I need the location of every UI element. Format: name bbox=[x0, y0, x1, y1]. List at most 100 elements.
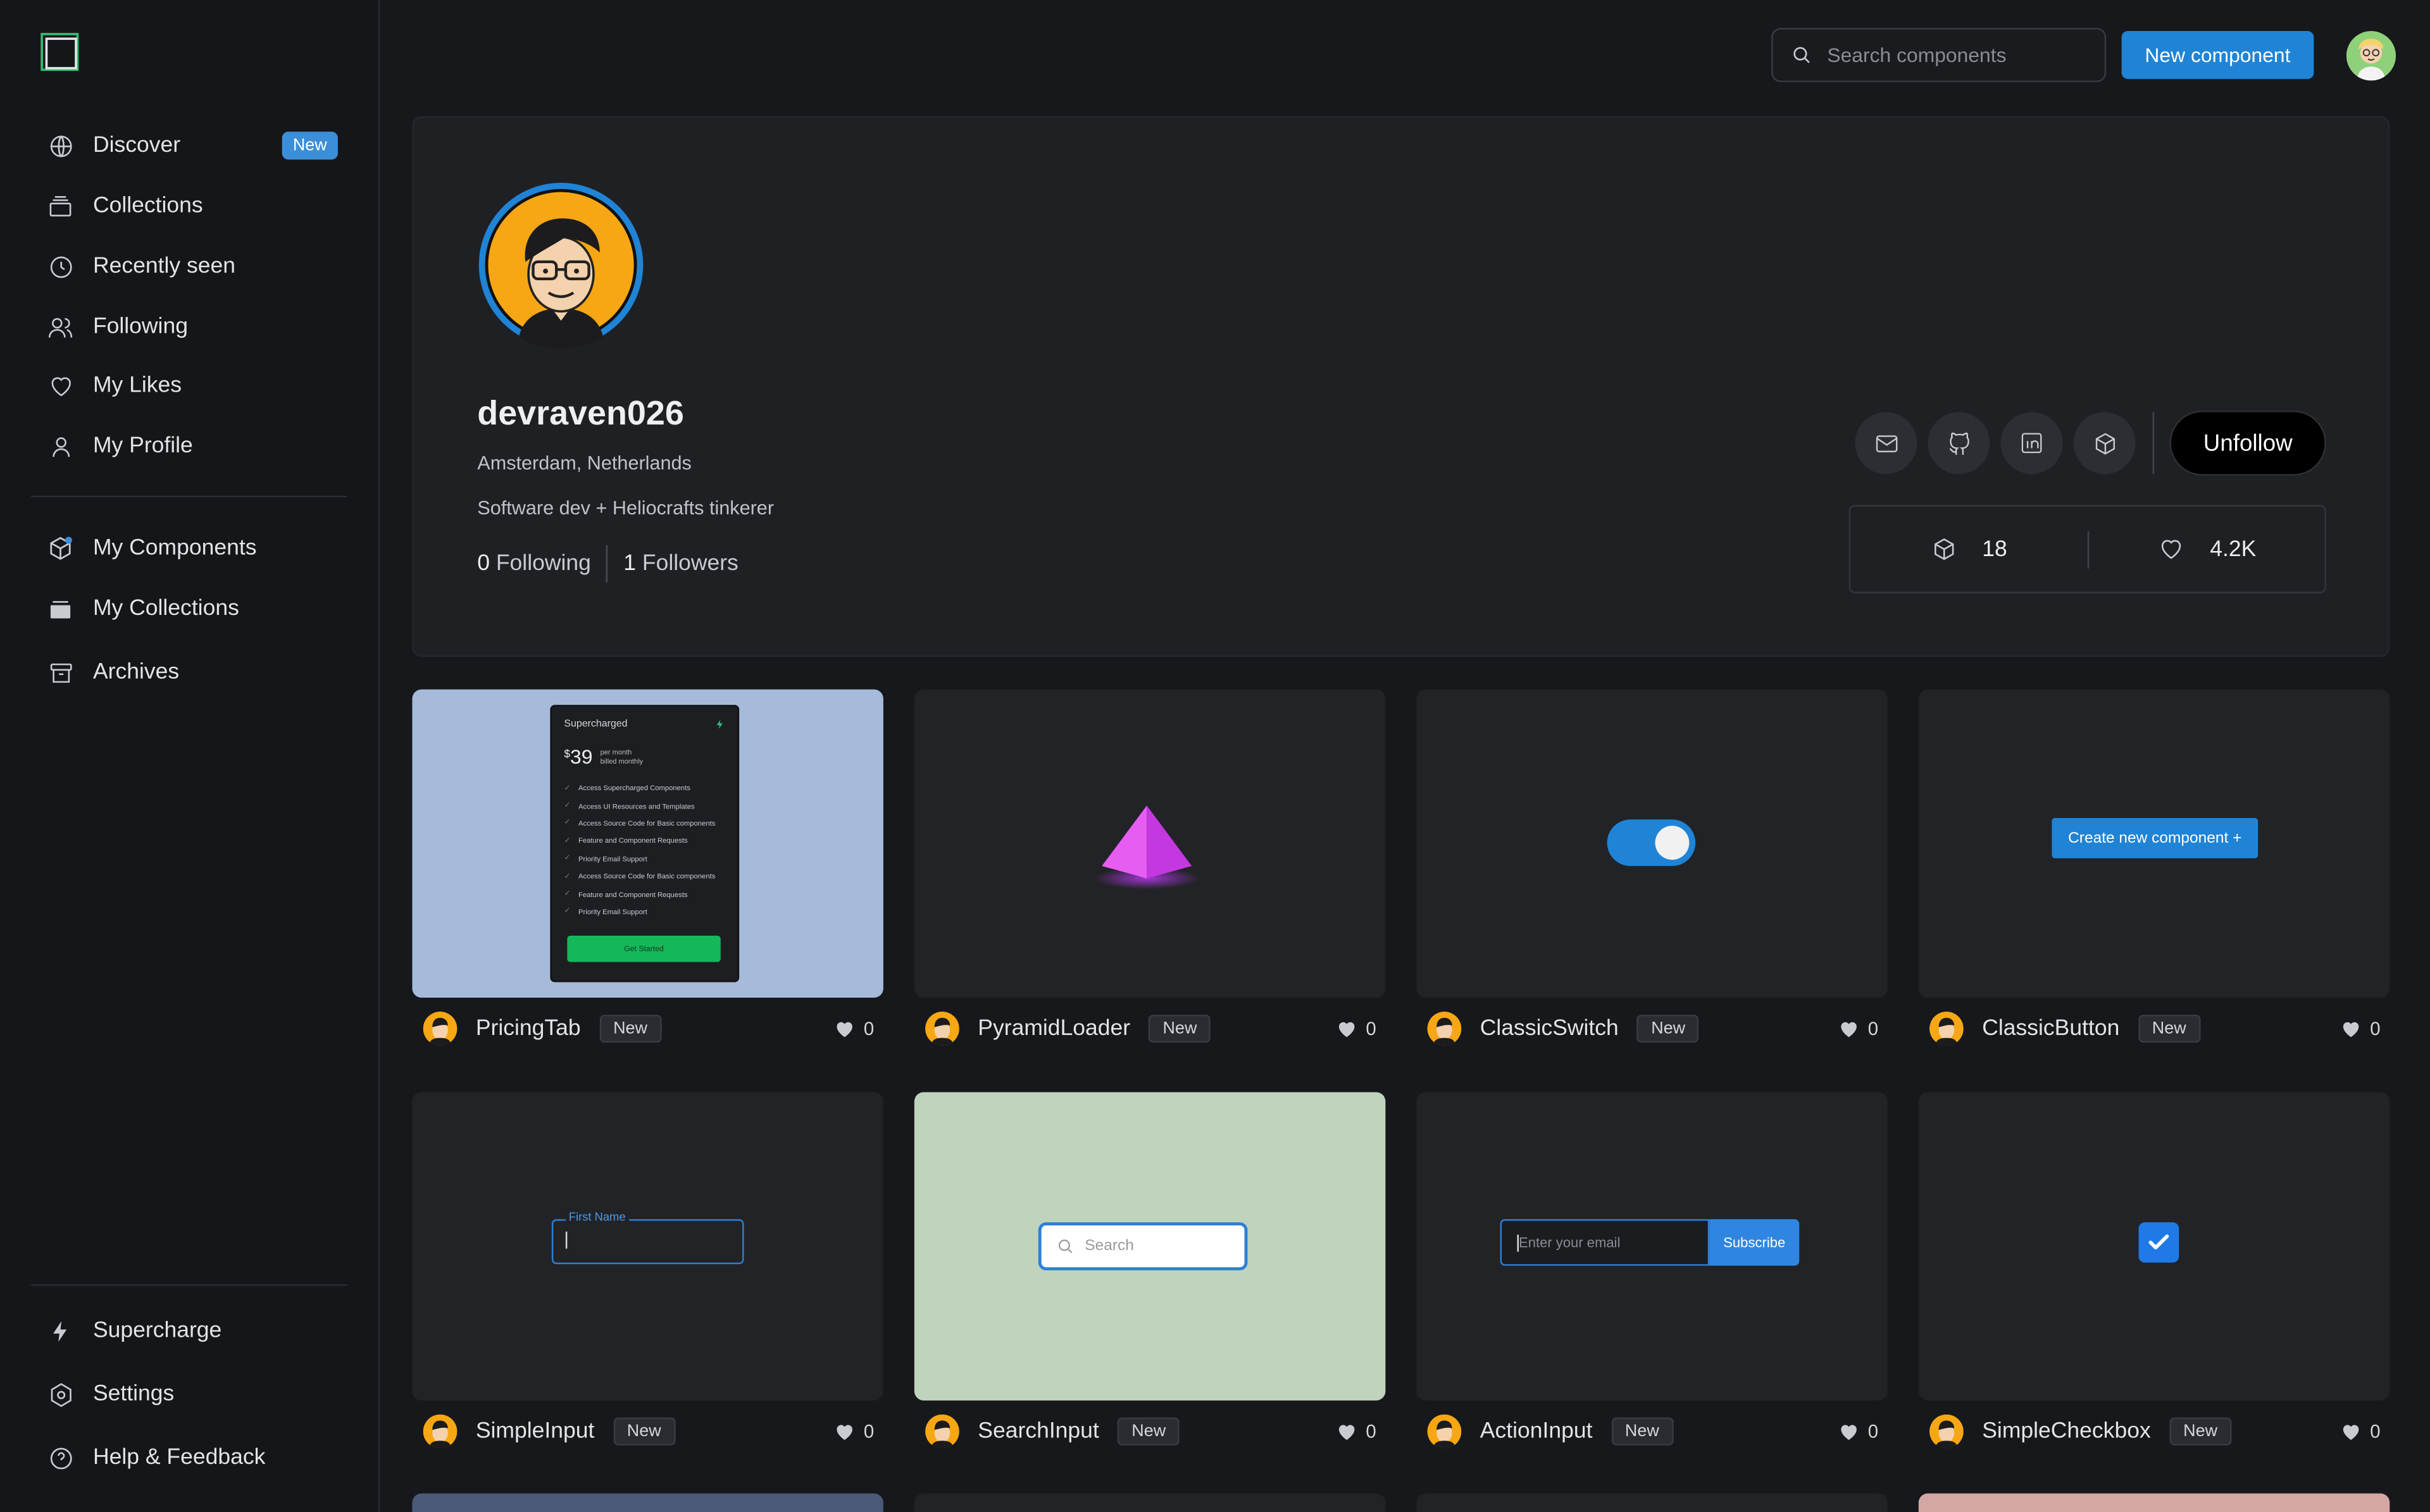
checkbox-preview[interactable] bbox=[2138, 1222, 2179, 1263]
like-button[interactable]: 0 bbox=[836, 1018, 874, 1039]
component-meta: ActionInput New 0 bbox=[1416, 1411, 1887, 1452]
linkedin-icon bbox=[2021, 433, 2042, 454]
email-button[interactable] bbox=[1855, 412, 1917, 474]
like-button[interactable]: 0 bbox=[836, 1421, 874, 1442]
pricing-preview-card: Supercharged $ 39 per month billed month… bbox=[550, 705, 740, 982]
sidebar-item-help-feedback[interactable]: Help & Feedback bbox=[31, 1432, 350, 1484]
component-preview[interactable] bbox=[1918, 1092, 2390, 1401]
component-preview[interactable] bbox=[914, 689, 1386, 998]
components-link-button[interactable] bbox=[2073, 412, 2136, 474]
component-title[interactable]: SearchInput bbox=[978, 1419, 1099, 1444]
sidebar-item-discover[interactable]: Discover New bbox=[31, 120, 350, 172]
component-preview[interactable]: Create new component + bbox=[1918, 689, 2390, 998]
collections-icon bbox=[46, 192, 74, 220]
pricing-preview-title: Supercharged bbox=[564, 719, 628, 730]
github-button[interactable] bbox=[1928, 412, 1990, 474]
heart-icon bbox=[2343, 1424, 2360, 1439]
component-preview[interactable] bbox=[914, 1493, 1386, 1512]
search-input[interactable] bbox=[1824, 42, 2079, 68]
like-count: 0 bbox=[863, 1017, 875, 1040]
component-meta: SearchInput New 0 bbox=[914, 1411, 1385, 1452]
sidebar-item-my-components[interactable]: My Components bbox=[31, 522, 350, 574]
pricing-feature-list: ✓ Access Supercharged Components ✓ Access U… bbox=[564, 779, 725, 920]
component-preview[interactable] bbox=[1918, 1493, 2390, 1512]
sidebar-item-following[interactable]: Following bbox=[31, 301, 350, 353]
like-button[interactable]: 0 bbox=[1840, 1018, 1878, 1039]
search-box[interactable] bbox=[1771, 28, 2107, 82]
author-avatar[interactable] bbox=[1427, 1012, 1462, 1046]
heart-icon bbox=[837, 1424, 853, 1439]
component-preview[interactable]: Supercharged $ 39 per month billed month… bbox=[412, 689, 883, 998]
like-button[interactable]: 0 bbox=[1338, 1421, 1376, 1442]
linkedin-button[interactable] bbox=[2000, 412, 2063, 474]
stats-divider bbox=[2087, 531, 2090, 569]
component-meta: PricingTab New 0 bbox=[412, 1008, 883, 1049]
subscribe-preview-button[interactable]: Subscribe bbox=[1709, 1219, 1800, 1266]
likes-stat: 4.2K bbox=[2157, 507, 2256, 592]
component-title[interactable]: ClassicButton bbox=[1982, 1016, 2119, 1041]
component-title[interactable]: PyramidLoader bbox=[978, 1016, 1130, 1041]
sidebar-item-supercharge[interactable]: Supercharge bbox=[31, 1304, 350, 1357]
heart-icon bbox=[1841, 1424, 1857, 1439]
pricing-feature-label: Access Supercharged Components bbox=[578, 784, 690, 792]
sidebar-item-my-likes[interactable]: My Likes bbox=[31, 359, 350, 412]
followers-label[interactable]: Followers bbox=[642, 552, 738, 576]
author-avatar[interactable] bbox=[1929, 1414, 1964, 1449]
unfollow-button[interactable]: Unfollow bbox=[2169, 410, 2326, 476]
author-avatar[interactable] bbox=[423, 1012, 458, 1046]
author-avatar[interactable] bbox=[423, 1414, 458, 1449]
like-button[interactable]: 0 bbox=[1840, 1421, 1878, 1442]
component-title[interactable]: ClassicSwitch bbox=[1480, 1016, 1619, 1041]
author-avatar[interactable] bbox=[1929, 1012, 1964, 1046]
sidebar-item-archives[interactable]: Archives bbox=[31, 646, 350, 698]
like-button[interactable]: 0 bbox=[2342, 1421, 2381, 1442]
component-title[interactable]: SimpleCheckbox bbox=[1982, 1419, 2150, 1444]
component-preview[interactable] bbox=[1416, 689, 1888, 998]
pyramid-icon bbox=[1094, 805, 1200, 889]
author-avatar[interactable] bbox=[925, 1012, 959, 1046]
get-started-button[interactable]: Get Started bbox=[567, 936, 721, 962]
help-icon bbox=[46, 1444, 74, 1472]
first-name-preview-input[interactable]: First Name bbox=[551, 1210, 744, 1265]
sidebar-item-label: My Collections bbox=[92, 596, 239, 621]
search-preview-input[interactable]: Search bbox=[1038, 1222, 1248, 1270]
check-icon: ✓ bbox=[564, 889, 571, 899]
new-tag: New bbox=[1118, 1417, 1180, 1446]
follow-stats: 0 Following 1 Followers bbox=[477, 545, 738, 583]
pricing-preview-price: $ 39 per month billed monthly bbox=[564, 745, 643, 769]
sidebar-item-settings[interactable]: Settings bbox=[31, 1368, 350, 1420]
pricing-feature-label: Priority Email Support bbox=[578, 907, 647, 916]
component-preview[interactable]: Enter your email Subscribe bbox=[1416, 1092, 1888, 1401]
component-preview[interactable] bbox=[1416, 1493, 1888, 1512]
author-avatar[interactable] bbox=[925, 1414, 959, 1449]
check-icon: ✓ bbox=[564, 836, 571, 846]
component-preview[interactable] bbox=[412, 1493, 883, 1512]
component-title[interactable]: ActionInput bbox=[1480, 1419, 1593, 1444]
sidebar-item-collections[interactable]: Collections bbox=[31, 180, 350, 232]
like-count: 0 bbox=[1867, 1017, 1879, 1040]
component-preview[interactable]: First Name bbox=[412, 1092, 883, 1401]
component-meta: ClassicSwitch New 0 bbox=[1416, 1008, 1887, 1049]
toggle-switch[interactable] bbox=[1607, 819, 1696, 866]
users-icon bbox=[46, 313, 74, 341]
component-title[interactable]: PricingTab bbox=[476, 1016, 581, 1041]
like-button[interactable]: 0 bbox=[1338, 1018, 1376, 1039]
sidebar-item-my-collections[interactable]: My Collections bbox=[31, 583, 350, 635]
new-component-button[interactable]: New component bbox=[2121, 30, 2314, 79]
author-avatar[interactable] bbox=[1427, 1414, 1462, 1449]
following-label[interactable]: Following bbox=[496, 552, 591, 576]
pricing-feature-item: ✓ Priority Email Support bbox=[564, 903, 725, 920]
email-preview-input[interactable]: Enter your email bbox=[1500, 1219, 1710, 1266]
pricing-feature-item: ✓ Priority Email Support bbox=[564, 850, 725, 867]
search-preview-placeholder: Search bbox=[1085, 1237, 1134, 1255]
logo-icon[interactable] bbox=[40, 32, 79, 71]
create-component-preview-button[interactable]: Create new component + bbox=[2052, 817, 2259, 858]
like-button[interactable]: 0 bbox=[2342, 1018, 2381, 1039]
component-meta: SimpleCheckbox New 0 bbox=[1919, 1411, 2390, 1452]
component-preview[interactable]: Search bbox=[914, 1092, 1386, 1401]
sidebar-item-recently-seen[interactable]: Recently seen bbox=[31, 240, 350, 293]
pricing-feature-label: Feature and Component Requests bbox=[578, 837, 688, 845]
user-avatar[interactable] bbox=[2346, 30, 2396, 81]
component-title[interactable]: SimpleInput bbox=[476, 1419, 595, 1444]
sidebar-item-my-profile[interactable]: My Profile bbox=[31, 420, 350, 473]
